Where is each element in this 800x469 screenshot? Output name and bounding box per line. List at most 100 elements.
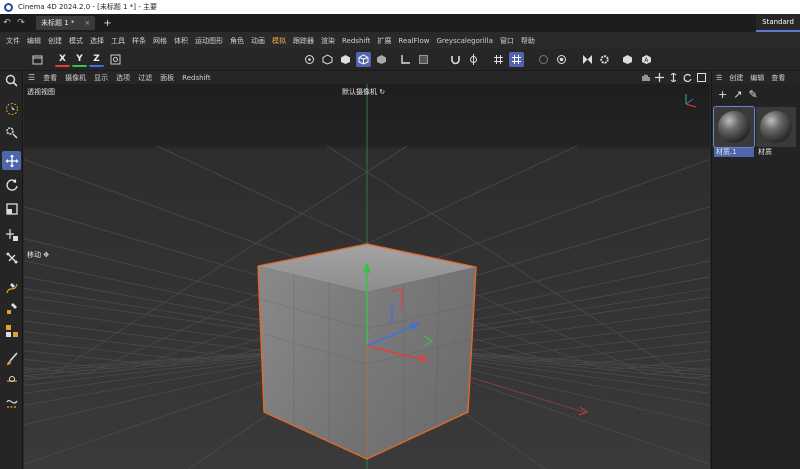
tweak-mode-icon[interactable] — [416, 52, 431, 67]
menu-item[interactable]: 模拟 — [272, 36, 286, 46]
viewport-menu-hamburger-icon[interactable]: ☰ — [28, 73, 35, 82]
redshift-butterfly-icon[interactable] — [580, 52, 595, 67]
viewport-menu-item[interactable]: Redshift — [182, 74, 210, 82]
knife-tool-icon[interactable] — [2, 371, 21, 390]
render-view-icon[interactable] — [554, 52, 569, 67]
menu-item[interactable]: 模式 — [69, 36, 83, 46]
workplane-snap-icon[interactable] — [509, 52, 524, 67]
menu-item[interactable]: 运动图形 — [195, 36, 223, 46]
menu-item[interactable]: 窗口 — [500, 36, 514, 46]
x-axis-lock-button[interactable]: X — [55, 52, 70, 67]
camera-name-label[interactable]: 默认摄像机 ↻ — [342, 87, 385, 97]
menu-item[interactable]: RealFlow — [398, 37, 429, 45]
menu-item[interactable]: 样条 — [132, 36, 146, 46]
window-title: Cinema 4D 2024.2.0 - [未标题 1 *] - 主要 — [18, 3, 157, 11]
render-settings-gear-icon[interactable] — [597, 52, 612, 67]
material-preview-sphere — [756, 107, 796, 147]
rotate-camera-icon[interactable] — [683, 73, 692, 82]
document-tab-bar: ↶ ↷ 未标题 1 * × + — [0, 14, 800, 32]
spline-pen-icon[interactable] — [2, 278, 21, 297]
render-region-icon[interactable] — [536, 52, 551, 67]
menu-item[interactable]: 编辑 — [27, 36, 41, 46]
material-menu-hamburger-icon[interactable]: ☰ — [716, 74, 722, 82]
material-name: 材质 — [758, 148, 772, 156]
menu-item[interactable]: Redshift — [342, 37, 370, 45]
points-mode-icon[interactable] — [302, 52, 317, 67]
apply-material-arrow-icon[interactable]: ↗ — [733, 88, 742, 101]
menu-item[interactable]: Greyscalegorilla — [437, 37, 493, 45]
hexagon-plugin-icon[interactable] — [620, 52, 635, 67]
snap-magnet-icon[interactable] — [448, 52, 463, 67]
rotate-tool-icon[interactable] — [2, 175, 21, 194]
model-mode-icon[interactable] — [30, 52, 45, 67]
pan-hand-icon[interactable] — [641, 73, 650, 82]
move-camera-icon[interactable] — [655, 73, 664, 82]
asset-browser-icon[interactable]: A — [639, 52, 654, 67]
material-menu-item[interactable]: 创建 — [729, 73, 743, 83]
layout-selector[interactable]: Standard — [756, 14, 800, 32]
viewport-menu-item[interactable]: 面板 — [160, 73, 174, 83]
snap-settings-icon[interactable] — [466, 52, 481, 67]
z-axis-lock-button[interactable]: Z — [89, 52, 104, 67]
add-tab-button[interactable]: + — [103, 18, 111, 29]
spline-tools-icon[interactable] — [2, 298, 21, 317]
menu-item[interactable]: 渲染 — [321, 36, 335, 46]
menu-item[interactable]: 动画 — [251, 36, 265, 46]
document-tab[interactable]: 未标题 1 * × — [36, 16, 96, 30]
live-selection-icon[interactable] — [2, 99, 21, 118]
polygons-mode-icon[interactable] — [338, 52, 353, 67]
tool-hint-text: 移动 — [27, 251, 41, 259]
polygon-pen-icon[interactable] — [2, 321, 21, 340]
3d-viewport[interactable]: 透视视图 默认摄像机 ↻ 移动 ✥ — [24, 84, 710, 469]
brush-tool-icon[interactable] — [2, 349, 21, 368]
menu-item[interactable]: 工具 — [111, 36, 125, 46]
eyedropper-icon[interactable]: ✎ — [748, 88, 757, 101]
viewport-menu-item[interactable]: 显示 — [94, 73, 108, 83]
viewport-menu-item[interactable]: 摄像机 — [65, 73, 86, 83]
menu-item[interactable]: 体积 — [174, 36, 188, 46]
undo-icon[interactable]: ↶ — [0, 18, 14, 28]
menu-item[interactable]: 选择 — [90, 36, 104, 46]
window-title-bar: Cinema 4D 2024.2.0 - [未标题 1 *] - 主要 — [0, 0, 800, 14]
y-axis-lock-button[interactable]: Y — [72, 52, 87, 67]
material-manager-panel: ☰ 创建 编辑 查看 + ↗ ✎ 材质.1 材质 — [711, 71, 800, 469]
camera-name-text: 默认摄像机 — [342, 88, 377, 96]
edges-mode-icon[interactable] — [320, 52, 335, 67]
transform-tool-icon[interactable] — [2, 225, 21, 244]
redo-icon[interactable]: ↷ — [14, 18, 28, 28]
material-swatch[interactable]: 材质.1 — [713, 106, 755, 157]
viewport-menu-item[interactable]: 过滤 — [138, 73, 152, 83]
menu-item[interactable]: 帮助 — [521, 36, 535, 46]
grid-snap-icon[interactable] — [491, 52, 506, 67]
viewport-menu-item[interactable]: 选项 — [116, 73, 130, 83]
menu-item[interactable]: 跟踪器 — [293, 36, 314, 46]
scale-tool-icon[interactable] — [2, 199, 21, 218]
menu-item[interactable]: 创建 — [48, 36, 62, 46]
zoom-camera-icon[interactable] — [669, 73, 678, 82]
gizmo-x-arrow-icon[interactable] — [419, 355, 425, 361]
menu-item[interactable]: 扩展 — [377, 36, 391, 46]
main-toolbar: X Y Z A — [0, 49, 800, 71]
menu-item[interactable]: 角色 — [230, 36, 244, 46]
placement-tool-icon[interactable] — [2, 248, 21, 267]
material-swatch[interactable]: 材质 — [756, 107, 796, 157]
selection-filter-icon[interactable] — [2, 123, 21, 142]
viewport-layout-icon[interactable] — [697, 73, 706, 82]
camera-link-icon[interactable]: ↻ — [379, 88, 385, 96]
move-tool-icon[interactable] — [2, 151, 21, 170]
uv-mode-icon[interactable] — [374, 52, 389, 67]
menu-item[interactable]: 网格 — [153, 36, 167, 46]
material-menu-item[interactable]: 编辑 — [750, 73, 764, 83]
material-menu-item[interactable]: 查看 — [771, 73, 785, 83]
coordinate-system-icon[interactable] — [108, 52, 123, 67]
menu-item[interactable]: 文件 — [6, 36, 20, 46]
sketch-tool-icon[interactable] — [2, 393, 21, 412]
close-tab-icon[interactable]: × — [84, 19, 90, 27]
search-icon[interactable] — [2, 71, 21, 90]
axis-mode-icon[interactable] — [398, 52, 413, 67]
viewport-menu-item[interactable]: 查看 — [43, 73, 57, 83]
viewport-menu-bar: ☰ 查看 摄像机 显示 选项 过滤 面板 Redshift — [24, 71, 710, 84]
object-mode-icon[interactable] — [356, 52, 371, 67]
material-manager-menu: ☰ 创建 编辑 查看 — [712, 71, 800, 84]
add-material-icon[interactable]: + — [718, 88, 727, 101]
